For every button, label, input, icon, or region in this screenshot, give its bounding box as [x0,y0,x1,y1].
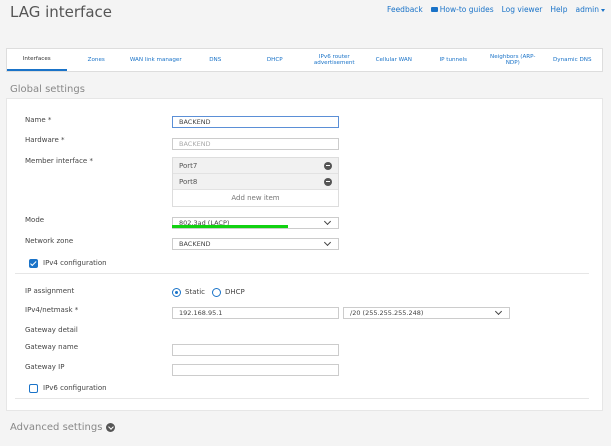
member-interface-label: Member interface * [25,157,93,165]
name-label: Name * [25,116,52,124]
member-port-label: Port7 [179,161,198,170]
static-label: Static [185,288,206,296]
gateway-detail-label: Gateway detail [25,326,78,334]
log-viewer-link[interactable]: Log viewer [502,5,543,14]
feedback-link[interactable]: Feedback [387,5,423,14]
add-new-item-button[interactable]: Add new item [173,190,338,206]
ip-address-input[interactable]: 192.168.95.1 [172,307,339,319]
hardware-input: BACKEND [172,138,339,150]
ipv4-checkbox[interactable] [29,259,38,268]
tab-ip-tunnels[interactable]: IP tunnels [424,49,484,71]
list-item: Port7 [173,158,338,174]
divider [15,398,589,399]
divider [15,273,589,274]
dhcp-radio[interactable] [212,288,221,297]
hardware-label: Hardware * [25,136,65,144]
highlight-bar [172,225,288,228]
caret-down-icon [601,8,605,12]
video-icon [430,7,438,12]
admin-label: admin [575,5,600,14]
admin-menu[interactable]: admin [575,5,605,14]
ipv6-configuration-label: IPv6 configuration [43,384,107,392]
chevron-down-icon [106,423,116,432]
ipv6-checkbox[interactable] [29,384,38,393]
advanced-settings-label: Advanced settings [10,422,103,433]
static-radio[interactable] [172,288,181,297]
advanced-settings-toggle[interactable]: Advanced settings [10,422,116,433]
netmask-select[interactable]: /20 (255.255.255.248) [343,307,510,319]
tab-neighbors[interactable]: Neighbors (ARP-NDP) [483,49,543,71]
network-zone-value: BACKEND [179,240,211,248]
member-interface-list: Port7 Port8 Add new item [172,157,339,207]
tab-zones[interactable]: Zones [67,49,127,71]
ipv4-netmask-label: IPv4/netmask * [25,306,79,314]
remove-icon[interactable] [324,177,332,186]
gateway-name-input[interactable] [172,344,339,356]
tab-dynamic-dns[interactable]: Dynamic DNS [543,49,603,71]
netmask-value: /20 (255.255.255.248) [350,309,424,317]
gateway-name-label: Gateway name [25,343,78,351]
ip-assignment-label: IP assignment [25,287,75,295]
top-navigation: Feedback How-to guides Log viewer Help a… [387,5,605,14]
member-port-label: Port8 [179,177,198,186]
chevron-down-icon [323,238,332,247]
global-settings-panel: Name * BACKEND Hardware * BACKEND Member… [6,98,603,411]
help-link[interactable]: Help [550,5,567,14]
gateway-ip-label: Gateway IP [25,363,65,371]
ipv4-configuration-label: IPv4 configuration [43,259,107,267]
page-title: LAG interface [10,3,112,21]
chevron-down-icon [494,307,503,316]
network-zone-label: Network zone [25,237,74,245]
tab-interfaces[interactable]: Interfaces [7,49,67,71]
tab-dns[interactable]: DNS [186,49,246,71]
chevron-down-icon [323,217,332,226]
tab-cellular-wan[interactable]: Cellular WAN [364,49,424,71]
list-item: Port8 [173,174,338,190]
name-input[interactable]: BACKEND [172,116,339,128]
global-settings-title: Global settings [10,84,85,95]
tab-wan-link-manager[interactable]: WAN link manager [126,49,186,71]
howto-link[interactable]: How-to guides [430,5,494,14]
network-zone-select[interactable]: BACKEND [172,238,339,250]
mode-label: Mode [25,216,45,224]
remove-icon[interactable] [324,161,332,170]
tab-bar: Interfaces Zones WAN link manager DNS DH… [6,48,603,72]
gateway-ip-input[interactable] [172,364,339,376]
tab-dhcp[interactable]: DHCP [245,49,305,71]
dhcp-label: DHCP [225,288,245,296]
howto-label: How-to guides [439,5,494,14]
tab-ipv6-router-advertisement[interactable]: IPv6 router advertisement [305,49,365,71]
